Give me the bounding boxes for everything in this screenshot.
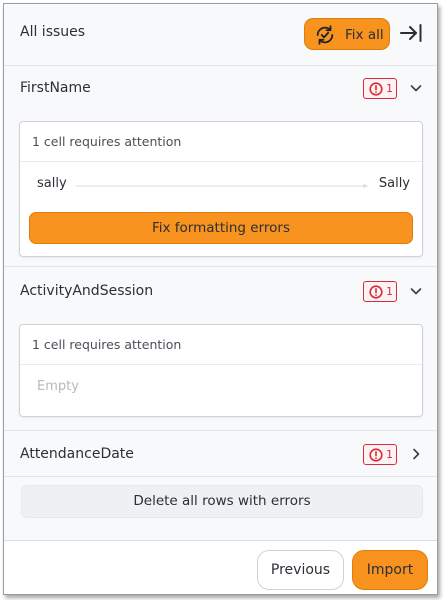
fix-all-label: Fix all [345, 27, 384, 43]
card-heading: 1 cell requires attention [32, 337, 182, 352]
card-header: 1 cell requires attention [20, 325, 422, 365]
chevron-down-icon[interactable] [409, 284, 423, 298]
card-heading: 1 cell requires attention [32, 134, 182, 149]
card-header: 1 cell requires attention [20, 122, 422, 162]
issues-dialog: All issues Fix all FirstName 1 1 cell re… [3, 3, 438, 595]
error-count: 1 [386, 448, 393, 461]
previous-button[interactable]: Previous [257, 550, 344, 590]
delete-all-rows-button[interactable]: Delete all rows with errors [21, 485, 423, 518]
panel-title: All issues [20, 24, 86, 40]
error-count-badge: 1 [363, 281, 397, 302]
empty-value-placeholder: Empty [37, 379, 79, 394]
error-count-badge: 1 [363, 78, 397, 99]
issue-card-activityandsession: 1 cell requires attention Empty [19, 324, 423, 417]
section-row-attendancedate[interactable]: AttendanceDate 1 [4, 433, 437, 477]
dialog-footer: Previous Import [4, 540, 437, 594]
section-row-activityandsession[interactable]: ActivityAndSession 1 [4, 270, 437, 314]
import-button[interactable]: Import [352, 550, 428, 590]
section-divider [4, 476, 437, 477]
issue-card-firstname: 1 cell requires attention sally Sally Fi… [19, 121, 423, 257]
section-name: FirstName [20, 80, 91, 96]
section-name: AttendanceDate [20, 446, 134, 462]
error-count: 1 [386, 82, 393, 95]
panel-header: All issues Fix all [4, 4, 437, 66]
arrow-right-icon [76, 184, 369, 188]
alert-circle-icon [369, 82, 383, 96]
alert-circle-icon [369, 285, 383, 299]
section-name: ActivityAndSession [20, 283, 154, 299]
suggested-value: Sally [378, 176, 410, 191]
section-divider [4, 266, 437, 267]
arrow-right-to-line-icon[interactable] [399, 22, 423, 44]
refresh-icon [316, 25, 334, 45]
issues-panel: All issues Fix all FirstName 1 1 cell re… [4, 4, 437, 540]
error-count: 1 [386, 285, 393, 298]
chevron-right-icon[interactable] [409, 447, 423, 461]
error-count-badge: 1 [363, 444, 397, 465]
chevron-down-icon[interactable] [409, 81, 423, 95]
section-divider [4, 430, 437, 431]
original-value: sally [37, 176, 67, 191]
section-row-firstname[interactable]: FirstName 1 [4, 67, 437, 111]
fix-all-button[interactable]: Fix all [304, 18, 390, 50]
fix-formatting-errors-button[interactable]: Fix formatting errors [29, 212, 413, 244]
alert-circle-icon [369, 448, 383, 462]
